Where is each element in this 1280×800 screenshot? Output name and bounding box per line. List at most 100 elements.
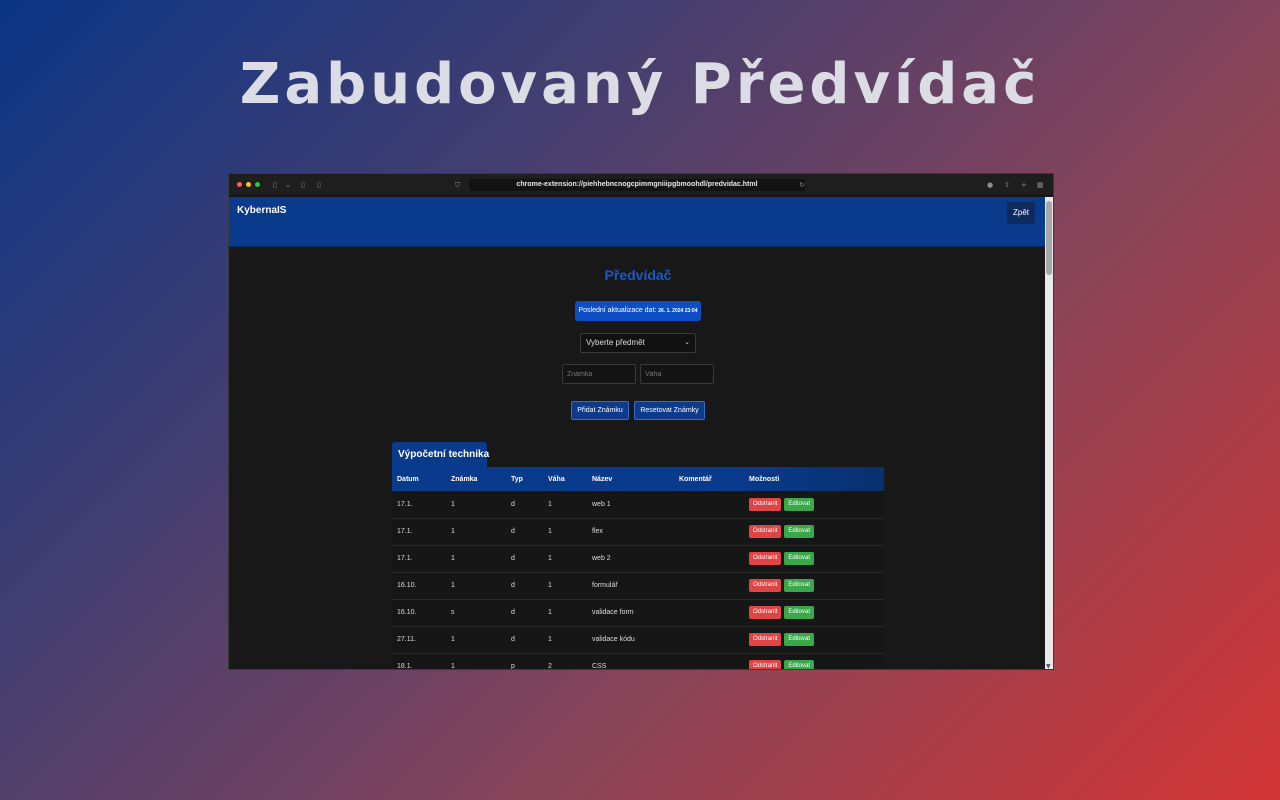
cell-date: 17.1. (397, 555, 413, 562)
cell-grade: 1 (451, 528, 455, 535)
cell-weight: 1 (548, 500, 552, 508)
column-header: Název (592, 475, 613, 483)
subject-title: Výpočetní technika (392, 442, 489, 467)
brand-logo[interactable]: KybernaIS (237, 205, 286, 216)
delete-button[interactable]: Odstranit (749, 497, 782, 511)
delete-button[interactable]: Odstranit (749, 633, 782, 646)
edit-button[interactable]: Editovat (784, 606, 815, 619)
table-row: 27.11. 1 d 1 validace kódu Odstranit Editovat (392, 626, 884, 653)
cell-name: flex (592, 528, 603, 535)
delete-button[interactable]: Odstranit (749, 525, 782, 538)
edit-button[interactable]: Editovat (784, 633, 815, 646)
table-row: 17.1. 1 d 1 web 2 Odstranit Editovat (392, 545, 884, 572)
cell-grade: s (451, 609, 455, 616)
back-nav-icon[interactable]: ▯ (301, 180, 305, 190)
table-row: 16.10. 1 d 1 formulář Odstranit Editovat (392, 572, 884, 599)
column-header: Možnosti (749, 475, 780, 483)
edit-button[interactable]: Editovat (784, 660, 815, 669)
last-update-timestamp: 26. 1. 2024 23:04 (658, 308, 698, 314)
cell-comment (674, 491, 744, 518)
shield-icon[interactable]: ⛉ (455, 180, 460, 190)
subject-select[interactable]: Vyberte předmět ⌄ (580, 333, 696, 353)
close-window-button[interactable] (237, 182, 242, 187)
cell-type: d (511, 528, 515, 535)
reset-grades-button[interactable]: Resetovat Známky (634, 401, 705, 420)
edit-button[interactable]: Editovat (784, 525, 815, 538)
tabs-grid-icon[interactable]: ▦ (1037, 180, 1044, 190)
cell-grade: 1 (451, 663, 455, 670)
edit-button[interactable]: Editovat (784, 497, 815, 511)
cell-comment (674, 653, 744, 669)
scroll-down-icon[interactable]: ▼ (1046, 663, 1051, 669)
cell-type: p (511, 663, 515, 670)
cell-actions: Odstranit Editovat (744, 653, 884, 669)
back-button[interactable]: Zpět (1007, 202, 1035, 224)
cell-actions: Odstranit Editovat (744, 518, 884, 545)
delete-button[interactable]: Odstranit (749, 606, 782, 619)
scrollbar-thumb[interactable] (1046, 201, 1052, 275)
subject-select-value: Vyberte předmět (586, 338, 645, 347)
cell-name: validace form (592, 609, 634, 616)
column-header: Komentář (679, 475, 712, 483)
page-scrollbar[interactable]: ▼ (1045, 197, 1053, 669)
address-bar[interactable]: chrome-extension://piehhebncnogcpimmgnii… (469, 179, 805, 191)
cell-weight: 1 (548, 636, 552, 643)
privacy-icon[interactable]: ● (987, 180, 993, 190)
chevron-down-icon: ⌄ (684, 339, 690, 346)
column-header: Typ (511, 475, 523, 483)
top-navbar: KybernaIS Zpět (229, 197, 1047, 247)
column-header: Známka (451, 475, 478, 483)
cell-grade: 1 (451, 500, 455, 508)
cell-actions: Odstranit Editovat (744, 572, 884, 599)
cell-date: 27.11. (397, 636, 416, 643)
maximize-window-button[interactable] (255, 182, 260, 187)
cell-grade: 1 (451, 555, 455, 562)
cell-actions: Odstranit Editovat (744, 491, 884, 518)
weight-input[interactable] (640, 364, 714, 384)
chevron-down-icon[interactable]: ⌄ (285, 180, 291, 190)
column-header: Datum (397, 475, 419, 483)
cell-weight: 1 (548, 609, 552, 616)
add-grade-button[interactable]: Přidat Známku (571, 401, 629, 420)
share-icon[interactable]: ⇧ (1004, 180, 1010, 190)
grade-input[interactable] (562, 364, 636, 384)
table-row: 18.1. 1 p 2 CSS Odstranit Editovat (392, 653, 884, 670)
cell-type: d (511, 636, 515, 643)
cell-weight: 1 (548, 555, 552, 562)
hero-title: Zabudovaný Předvídač (239, 52, 1041, 117)
table-row: 16.10. s d 1 validace form Odstranit Editovat (392, 599, 884, 626)
delete-button[interactable]: Odstranit (749, 552, 782, 565)
table-row: 17.1. 1 d 1 web 1 Odstranit Editovat (392, 491, 884, 518)
browser-window: ▯ ⌄ ▯ ▯ ⛉ chrome-extension://piehhebncno… (228, 173, 1054, 670)
cell-type: d (511, 582, 515, 589)
cell-type: d (511, 500, 515, 508)
delete-button[interactable]: Odstranit (749, 660, 782, 669)
cell-name: web 2 (592, 555, 611, 562)
forward-nav-icon[interactable]: ▯ (317, 180, 321, 190)
cell-actions: Odstranit Editovat (744, 545, 884, 572)
sidebar-icon[interactable]: ▯ (273, 180, 277, 190)
cell-type: d (511, 555, 515, 562)
cell-grade: 1 (451, 582, 455, 589)
minimize-window-button[interactable] (246, 182, 251, 187)
last-update-label: Poslední aktualizace dat: (578, 307, 657, 314)
cell-date: 17.1. (397, 500, 413, 508)
grades-table: Datum Známka Typ Váha Název Komentář Mož… (392, 467, 884, 670)
table-header-row: Datum Známka Typ Váha Název Komentář Mož… (392, 467, 884, 491)
reload-icon[interactable]: ↻ (799, 180, 805, 190)
edit-button[interactable]: Editovat (784, 579, 815, 592)
cell-comment (674, 599, 744, 626)
cell-date: 16.10. (397, 582, 417, 589)
cell-grade: 1 (451, 636, 455, 643)
cell-name: validace kódu (592, 636, 635, 643)
column-header: Váha (548, 475, 565, 483)
edit-button[interactable]: Editovat (784, 552, 815, 565)
browser-toolbar: ▯ ⌄ ▯ ▯ ⛉ chrome-extension://piehhebncno… (229, 174, 1053, 196)
new-tab-icon[interactable]: + (1021, 180, 1027, 190)
cell-type: d (511, 609, 515, 616)
cell-comment (674, 572, 744, 599)
cell-actions: Odstranit Editovat (744, 626, 884, 653)
delete-button[interactable]: Odstranit (749, 579, 782, 592)
cell-comment (674, 545, 744, 572)
cell-date: 16.10. (397, 609, 417, 616)
